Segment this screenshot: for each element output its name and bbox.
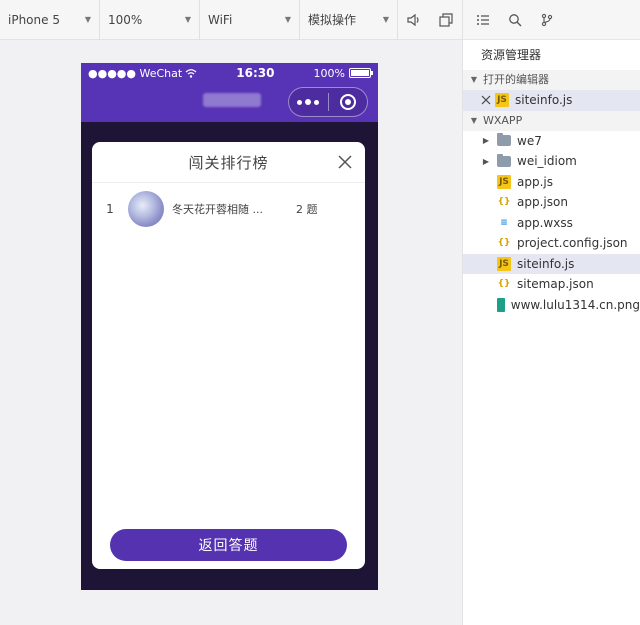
player-name: 冬天花开蓉相随 ... [172, 203, 263, 216]
chevron-right-icon: ▶ [482, 136, 490, 146]
return-to-quiz-button[interactable]: 返回答题 [110, 529, 347, 561]
json-file-icon: {} [497, 197, 511, 208]
operation-select[interactable]: 模拟操作 ▼ [300, 0, 398, 40]
blurred-nav-title [203, 93, 261, 107]
tree-item-siteinfo-js[interactable]: JS siteinfo.js [463, 253, 640, 274]
device-select-value: iPhone 5 [8, 12, 60, 27]
simulator-toolbar: iPhone 5 ▼ 100% ▼ WiFi ▼ 模拟操作 ▼ [0, 0, 462, 40]
chevron-down-icon: ▼ [84, 15, 91, 24]
source-control-tab-button[interactable] [533, 0, 561, 40]
battery-percent: 100% [313, 66, 345, 80]
explorer-title: 资源管理器 [481, 48, 542, 62]
chevron-down-icon: ▼ [382, 15, 389, 24]
folder-icon [497, 153, 511, 167]
project-section[interactable]: ▼ WXAPP [463, 110, 640, 131]
folder-icon [497, 133, 511, 147]
leaderboard-row: 1 冬天花开蓉相随 ... 2 题 [92, 190, 365, 228]
open-editor-item[interactable]: JS siteinfo.js [463, 90, 640, 111]
file-name: siteinfo.js [517, 256, 575, 271]
volume-icon [407, 13, 419, 26]
modal-title: 闯关排行榜 [188, 153, 269, 172]
leaderboard-modal: 闯关排行榜 1 冬天花开蓉相随 ... 2 题 返回答题 [92, 142, 365, 569]
status-time: 16:30 [236, 66, 275, 80]
phone-simulator: ●●●●● WeChat 16:30 100% 闯关排行榜 1 冬天花开蓉相随 … [81, 63, 378, 590]
tree-item-app-wxss[interactable]: ≡ app.wxss [463, 213, 640, 234]
js-file-icon: JS [497, 174, 511, 189]
zoom-select-value: 100% [108, 12, 143, 27]
search-tab-button[interactable] [501, 0, 529, 40]
tree-item-project-config[interactable]: {} project.config.json [463, 233, 640, 254]
file-name: app.js [517, 174, 553, 189]
player-score: 2 题 [296, 203, 318, 216]
explorer-toolbar [463, 0, 640, 40]
explorer-tab-button[interactable] [469, 0, 497, 40]
explorer-panel: 资源管理器 ▼ 打开的编辑器 JS siteinfo.js ▼ WXAPP ▶ … [462, 0, 640, 625]
folder-name: we7 [517, 133, 542, 148]
chevron-down-icon: ▼ [284, 15, 291, 24]
tree-item-sitemap-json[interactable]: {} sitemap.json [463, 274, 640, 295]
zoom-select[interactable]: 100% ▼ [100, 0, 200, 40]
git-branch-icon [541, 13, 553, 26]
open-editors-section[interactable]: ▼ 打开的编辑器 [463, 70, 640, 90]
network-select-value: WiFi [208, 12, 233, 27]
tree-item-app-js[interactable]: JS app.js [463, 172, 640, 193]
more-button[interactable] [289, 88, 328, 116]
device-select[interactable]: iPhone 5 ▼ [0, 0, 100, 40]
folder-name: wei_idiom [517, 154, 577, 169]
wifi-icon [185, 69, 197, 78]
menu-capsule [288, 87, 368, 117]
carrier-label: ●●●●● WeChat [88, 66, 183, 80]
operation-select-value: 模拟操作 [308, 13, 357, 27]
tree-item-png[interactable]: www.lulu1314.cn.png [463, 295, 640, 316]
modal-header: 闯关排行榜 [92, 142, 365, 183]
file-name: project.config.json [517, 236, 628, 251]
battery-icon [348, 68, 373, 78]
json-file-icon: {} [497, 238, 511, 249]
file-name: www.lulu1314.cn.png [510, 297, 640, 312]
chevron-right-icon: ▶ [482, 156, 490, 166]
rank-number: 1 [106, 202, 114, 216]
detach-window-button[interactable] [430, 0, 462, 40]
tree-item-wei-idiom[interactable]: ▶ wei_idiom [463, 151, 640, 172]
list-icon [477, 14, 489, 25]
window-icon [439, 12, 453, 27]
image-file-icon [497, 297, 505, 312]
tree-item-app-json[interactable]: {} app.json [463, 192, 640, 213]
css-file-icon: ≡ [500, 217, 508, 228]
close-icon[interactable] [337, 154, 353, 170]
chevron-down-icon: ▼ [470, 115, 478, 125]
avatar [128, 191, 164, 227]
open-editors-label: 打开的编辑器 [483, 73, 549, 86]
search-icon [509, 13, 522, 26]
tree-item-we7[interactable]: ▶ we7 [463, 131, 640, 152]
network-select[interactable]: WiFi ▼ [200, 0, 300, 40]
navigation-bar: ●●●●● WeChat 16:30 100% [81, 63, 378, 122]
file-name: app.json [517, 195, 568, 210]
file-name: sitemap.json [517, 277, 594, 292]
status-bar: ●●●●● WeChat 16:30 100% [81, 63, 378, 83]
chevron-down-icon: ▼ [470, 75, 478, 84]
volume-button[interactable] [398, 0, 430, 40]
file-name: app.wxss [517, 215, 573, 230]
target-icon [339, 94, 356, 110]
project-label: WXAPP [483, 113, 523, 127]
json-file-icon: {} [497, 279, 511, 290]
js-file-icon: JS [497, 256, 511, 271]
file-name: siteinfo.js [515, 93, 573, 108]
js-file-icon: JS [495, 93, 509, 108]
close-miniprogram-button[interactable] [329, 88, 368, 116]
close-icon[interactable] [481, 95, 491, 105]
chevron-down-icon: ▼ [184, 15, 191, 24]
